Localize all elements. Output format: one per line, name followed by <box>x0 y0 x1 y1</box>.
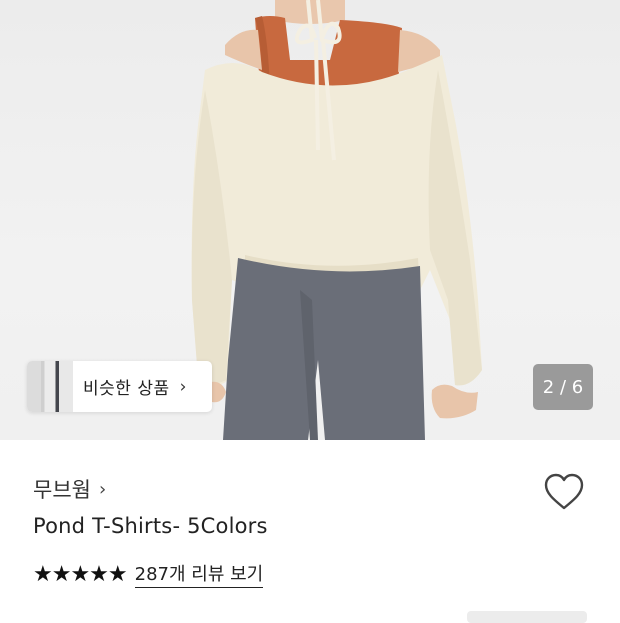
similar-products-label: 비슷한 상품 <box>83 379 170 399</box>
partial-button[interactable] <box>467 611 587 623</box>
rating-row: ★★★★★ 287개 리뷰 보기 <box>33 560 264 588</box>
product-title: Pond T-Shirts- 5Colors <box>33 514 268 538</box>
reviews-link[interactable]: 287개 리뷰 보기 <box>134 560 264 588</box>
chevron-right-icon: › <box>179 376 187 397</box>
brand-name: 무브웜 <box>33 478 91 502</box>
similar-products-button[interactable]: 비슷한 상품 › <box>27 361 212 412</box>
image-counter: 2 / 6 <box>533 364 593 410</box>
star-rating: ★★★★★ <box>33 561 128 587</box>
brand-link[interactable]: 무브웜 › <box>33 474 106 504</box>
chevron-right-icon: › <box>98 478 107 500</box>
similar-product-thumbnail <box>27 361 73 412</box>
heart-icon[interactable] <box>543 472 585 512</box>
